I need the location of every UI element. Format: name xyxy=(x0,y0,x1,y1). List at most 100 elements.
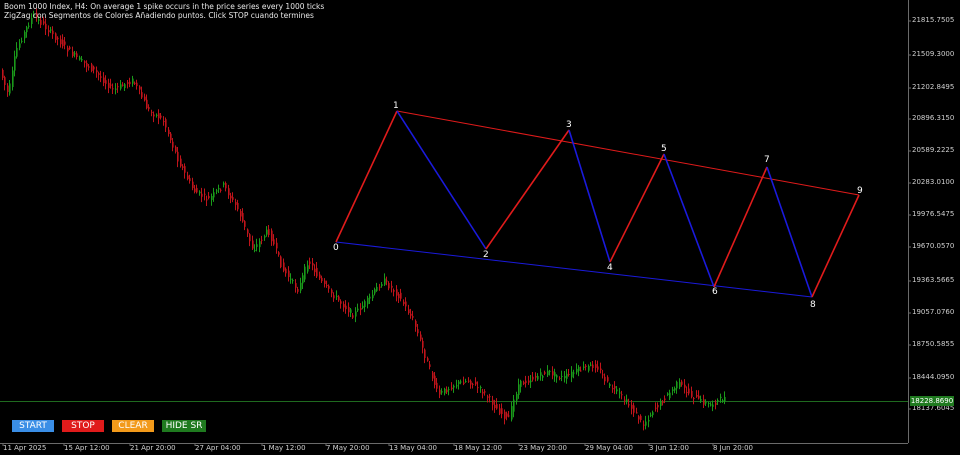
candle-body xyxy=(218,188,220,190)
start-button[interactable]: START xyxy=(12,420,54,432)
candle-body xyxy=(348,306,350,313)
price-tick: 21815.7505 xyxy=(912,16,955,24)
candle-body xyxy=(331,289,333,294)
candle-body xyxy=(559,377,561,379)
candle-body xyxy=(127,82,129,84)
candle-body xyxy=(396,289,398,296)
candle-body xyxy=(420,334,422,340)
candle-body xyxy=(451,387,453,390)
candle-body xyxy=(708,402,710,404)
candle-body xyxy=(302,275,304,284)
candle-body xyxy=(24,31,26,39)
candle-body xyxy=(384,278,386,285)
candle-body xyxy=(55,33,57,40)
candle-body xyxy=(172,141,174,148)
candle-body xyxy=(158,113,160,119)
candle-body xyxy=(355,311,357,317)
time-tick: 21 Apr 20:00 xyxy=(130,444,176,452)
candle-body xyxy=(585,365,587,367)
candle-body xyxy=(187,175,189,180)
candle-body xyxy=(91,64,93,71)
zigzag-up-segment xyxy=(609,153,665,263)
candle-body xyxy=(48,30,50,33)
candle-body xyxy=(679,382,681,388)
zigzag-point-label: 7 xyxy=(764,155,770,165)
candle-body xyxy=(410,313,412,316)
candle-body xyxy=(273,239,275,245)
candle-body xyxy=(98,73,100,75)
candle-body xyxy=(182,166,184,168)
candle-body xyxy=(194,188,196,192)
candle-body xyxy=(300,282,302,291)
candle-body xyxy=(652,412,654,416)
time-tick: 7 May 20:00 xyxy=(326,444,370,452)
candle-body xyxy=(280,256,282,268)
candle-body xyxy=(312,263,314,266)
time-tick: 27 Apr 04:00 xyxy=(195,444,241,452)
candle-body xyxy=(19,43,21,48)
price-chart[interactable]: 0 1 2 3 4 5 6 7 8 9 xyxy=(0,0,960,455)
candle-body xyxy=(252,240,254,249)
clear-button[interactable]: CLEAR xyxy=(112,420,154,432)
candle-body xyxy=(441,391,443,393)
candle-body xyxy=(602,374,604,376)
candle-body xyxy=(278,252,280,255)
chart-window[interactable]: 0 1 2 3 4 5 6 7 8 9 Boom 1000 Index, H4: On avera… xyxy=(0,0,960,455)
candle-body xyxy=(583,366,585,368)
stop-button[interactable]: STOP xyxy=(62,420,104,432)
candle-body xyxy=(7,85,9,92)
candle-body xyxy=(388,282,390,289)
candle-body xyxy=(156,114,158,116)
candle-body xyxy=(129,81,131,85)
hide-sr-button[interactable]: HIDE SR xyxy=(162,420,206,432)
candle-body xyxy=(326,285,328,287)
indicator-status: ZigZag con Segmentos de Colores Añadiend… xyxy=(4,11,314,20)
candle-body xyxy=(184,166,186,173)
candle-body xyxy=(369,296,371,299)
candle-body xyxy=(458,381,460,385)
candle-body xyxy=(506,413,508,417)
candle-body xyxy=(489,396,491,398)
candle-body xyxy=(456,385,458,387)
candle-body xyxy=(648,420,650,422)
candle-body xyxy=(244,221,246,227)
candle-body xyxy=(624,399,626,401)
candle-body xyxy=(103,77,105,84)
candle-body xyxy=(100,76,102,78)
candle-body xyxy=(96,70,98,73)
candle-body xyxy=(40,20,42,25)
candle-body xyxy=(213,192,215,198)
current-price-tag: 18228.8690 xyxy=(910,396,954,406)
candle-body xyxy=(43,21,45,24)
candle-body xyxy=(465,381,467,383)
candle-body xyxy=(444,388,446,394)
candle-body xyxy=(72,51,74,56)
candle-body xyxy=(499,408,501,414)
candle-body xyxy=(554,372,556,377)
candle-body xyxy=(153,114,155,117)
candle-body xyxy=(295,283,297,288)
candle-body xyxy=(376,286,378,291)
candle-body xyxy=(276,242,278,249)
candle-body xyxy=(242,212,244,222)
candle-body xyxy=(403,301,405,305)
candle-body xyxy=(14,56,16,71)
candle-body xyxy=(703,399,705,405)
candle-body xyxy=(664,398,666,401)
candle-body xyxy=(588,365,590,371)
candle-body xyxy=(50,29,52,31)
candle-body xyxy=(206,199,208,201)
time-tick: 23 May 20:00 xyxy=(519,444,568,452)
candle-body xyxy=(21,40,23,42)
candle-body xyxy=(192,181,194,189)
candle-body xyxy=(76,53,78,57)
candle-body xyxy=(170,133,172,141)
candle-body xyxy=(122,84,124,86)
candle-body xyxy=(285,268,287,274)
candle-body xyxy=(220,189,222,191)
candle-body xyxy=(698,395,700,399)
time-tick: 8 Jun 20:00 xyxy=(713,444,754,452)
candle-body xyxy=(160,115,162,118)
candle-body xyxy=(556,375,558,378)
candle-body xyxy=(477,387,479,389)
